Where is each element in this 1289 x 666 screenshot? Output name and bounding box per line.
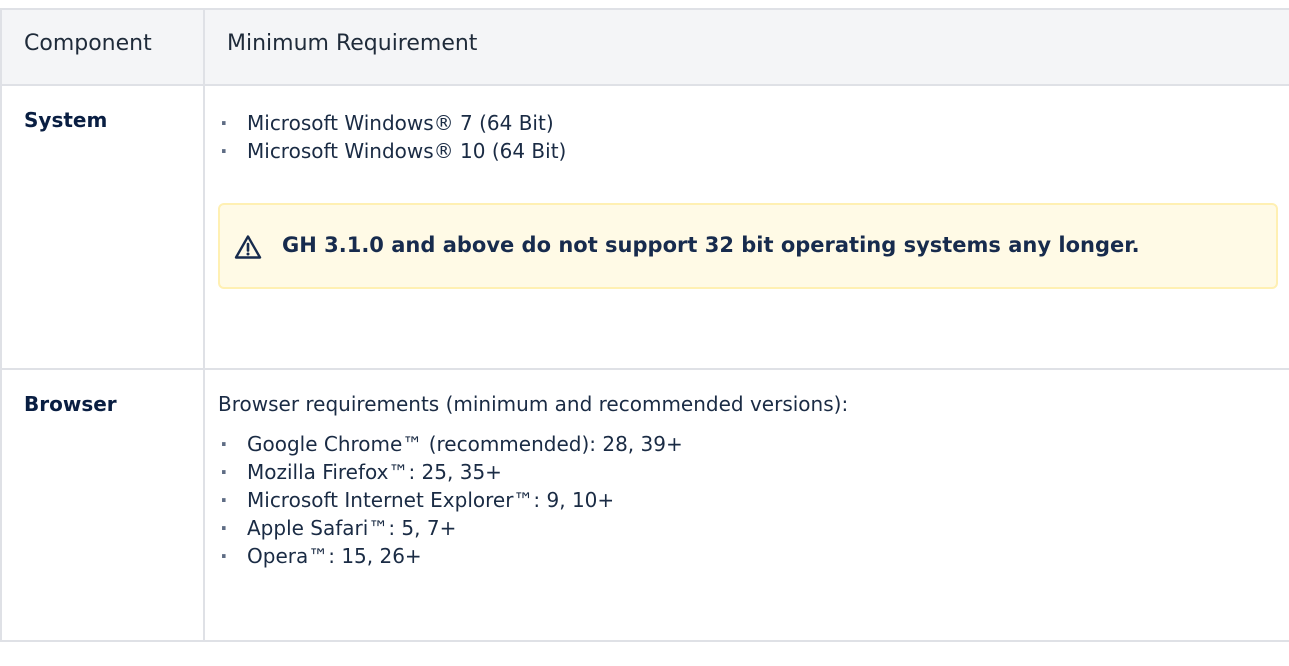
- list-item: Google Chrome™ (recommended): 28, 39+: [218, 430, 1289, 458]
- list-item: Mozilla Firefox™: 25, 35+: [218, 458, 1289, 486]
- system-requirements-list: Microsoft Windows® 7 (64 Bit) Microsoft …: [218, 109, 1289, 165]
- table-row-browser: Browser Browser requirements (minimum an…: [0, 368, 1289, 642]
- requirement-cell-browser: Browser requirements (minimum and recomm…: [203, 368, 1289, 642]
- list-item: Microsoft Windows® 10 (64 Bit): [218, 137, 1289, 165]
- warning-message: GH 3.1.0 and above do not support 32 bit…: [282, 233, 1140, 257]
- list-item: Microsoft Internet Explorer™: 9, 10+: [218, 486, 1289, 514]
- header-component: Component: [0, 8, 205, 86]
- component-cell-system: System: [0, 84, 205, 370]
- header-requirement-label: Minimum Requirement: [227, 31, 478, 56]
- requirement-cell-system: Microsoft Windows® 7 (64 Bit) Microsoft …: [203, 84, 1289, 370]
- requirements-table-container: Component Minimum Requirement System Mic…: [0, 8, 1289, 666]
- list-item: Apple Safari™: 5, 7+: [218, 514, 1289, 542]
- component-name: Browser: [24, 392, 117, 416]
- component-name: System: [24, 108, 108, 132]
- table-header-row: Component Minimum Requirement: [0, 8, 1289, 86]
- browser-intro-text: Browser requirements (minimum and recomm…: [218, 392, 849, 416]
- browser-requirements-list: Google Chrome™ (recommended): 28, 39+ Mo…: [218, 430, 1289, 570]
- table-row-system: System Microsoft Windows® 7 (64 Bit) Mic…: [0, 84, 1289, 370]
- header-component-label: Component: [24, 31, 152, 56]
- component-cell-browser: Browser: [0, 368, 205, 642]
- list-item: Opera™: 15, 26+: [218, 542, 1289, 570]
- header-minimum-requirement: Minimum Requirement: [203, 8, 1289, 86]
- warning-panel: GH 3.1.0 and above do not support 32 bit…: [218, 203, 1278, 289]
- requirements-table: Component Minimum Requirement System Mic…: [0, 8, 1289, 642]
- warning-icon: [234, 235, 262, 259]
- list-item: Microsoft Windows® 7 (64 Bit): [218, 109, 1289, 137]
